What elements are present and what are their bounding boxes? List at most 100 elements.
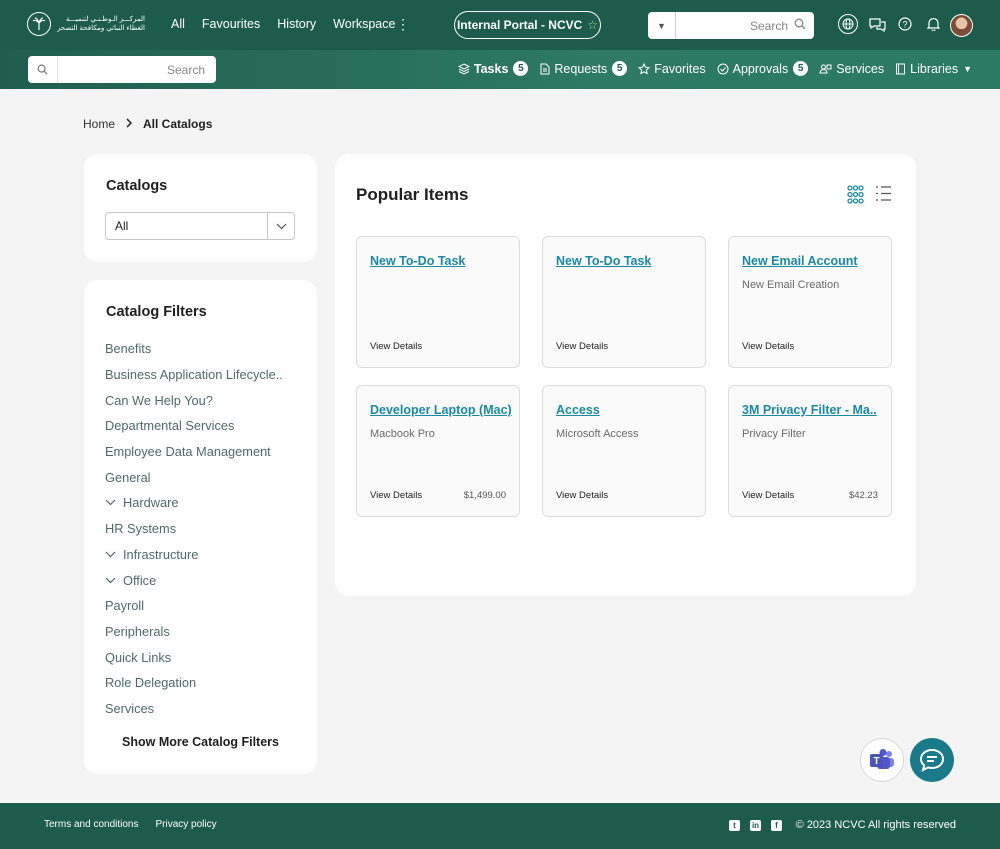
tasks-label: Tasks xyxy=(473,61,509,76)
catalog-item-card[interactable]: Access Microsoft Access View Details xyxy=(542,385,706,517)
nav-all[interactable]: All xyxy=(171,17,185,31)
filter-item-label: Peripherals xyxy=(105,623,170,639)
filter-item[interactable]: Office xyxy=(105,567,283,593)
user-avatar[interactable] xyxy=(950,14,973,37)
footer: Terms and conditions Privacy policy t in… xyxy=(0,803,1000,849)
list-view-icon[interactable] xyxy=(875,185,893,203)
card-subtitle: New Email Creation xyxy=(742,279,840,291)
view-details-link[interactable]: View Details xyxy=(556,490,608,501)
search-icon[interactable] xyxy=(28,56,58,83)
card-title[interactable]: Access xyxy=(556,403,698,417)
star-icon xyxy=(638,62,651,74)
logo-text-line2: الغطاء النباتي ومكافحة التصحر xyxy=(57,25,145,32)
teams-button[interactable]: T xyxy=(860,738,904,782)
view-details-link[interactable]: View Details xyxy=(370,490,422,501)
nav-favourites[interactable]: Favourites xyxy=(202,17,260,31)
card-title[interactable]: New To-Do Task xyxy=(556,254,698,268)
approvals-count-badge: 5 xyxy=(793,61,809,76)
filter-item[interactable]: Infrastructure xyxy=(105,542,283,568)
star-icon[interactable]: ☆ xyxy=(587,18,598,32)
catalogs-title: Catalogs xyxy=(106,178,168,194)
nav-services[interactable]: Services xyxy=(819,62,884,76)
copyright-text: © 2023 NCVC All rights reserved xyxy=(795,819,956,831)
catalog-item-card[interactable]: Developer Laptop (Mac) Macbook Pro View De… xyxy=(356,385,520,517)
filter-item-label: HR Systems xyxy=(105,521,177,537)
filter-item[interactable]: Quick Links xyxy=(105,644,283,670)
card-price: $1,499.00 xyxy=(463,490,506,501)
nav-workspace[interactable]: Workspace xyxy=(333,17,395,31)
catalog-select[interactable]: All xyxy=(105,212,295,240)
filter-item[interactable]: Peripherals xyxy=(105,619,283,645)
globe-icon[interactable] xyxy=(838,14,858,34)
filter-item[interactable]: HR Systems xyxy=(105,516,283,542)
facebook-icon[interactable]: f xyxy=(771,820,782,831)
catalog-item-card[interactable]: New To-Do Task View Details xyxy=(542,236,706,368)
filter-list: Benefits Business Application Lifecycle..… xyxy=(105,336,283,721)
nav-approvals[interactable]: Approvals 5 xyxy=(717,61,809,76)
catalog-item-card[interactable]: 3M Privacy Filter - Ma.. Privacy Filter Vi… xyxy=(728,385,892,517)
breadcrumb-home[interactable]: Home xyxy=(83,117,115,131)
filter-item[interactable]: Can We Help You? xyxy=(105,387,283,413)
linkedin-icon[interactable]: in xyxy=(750,820,761,831)
nav-tasks[interactable]: Tasks 5 xyxy=(457,61,529,76)
catalog-item-card[interactable]: New Email Account New Email Creation View … xyxy=(728,236,892,368)
bell-icon[interactable] xyxy=(924,15,942,33)
filter-item[interactable]: Departmental Services xyxy=(105,413,283,439)
filter-item-label: Infrastructure xyxy=(123,546,199,562)
twitter-icon[interactable]: t xyxy=(729,820,740,831)
filter-item-label: Benefits xyxy=(105,341,152,357)
chevron-down-icon[interactable] xyxy=(105,551,123,558)
chat-icon[interactable] xyxy=(868,15,886,33)
tasks-count-badge: 5 xyxy=(513,61,529,76)
ncvc-logo[interactable]: المركـــز الـوطـنـي لتنميـــة الغطاء الن… xyxy=(27,12,145,36)
filter-item[interactable]: Benefits xyxy=(105,336,283,362)
filter-item[interactable]: Services xyxy=(105,696,283,722)
nav-requests[interactable]: Requests 5 xyxy=(539,61,628,76)
card-price: $42.23 xyxy=(848,490,878,501)
search-icon[interactable] xyxy=(794,17,814,35)
card-title[interactable]: 3M Privacy Filter - Ma.. xyxy=(742,403,884,417)
requests-label: Requests xyxy=(554,61,608,76)
chevron-down-icon[interactable] xyxy=(105,577,123,584)
catalogs-panel: Catalogs All xyxy=(84,154,317,262)
show-more-filters-button[interactable]: Show More Catalog Filters xyxy=(84,735,317,749)
people-icon xyxy=(819,64,832,73)
view-details-link[interactable]: View Details xyxy=(742,341,794,352)
filter-item[interactable]: Business Application Lifecycle.. xyxy=(105,362,283,388)
global-search-input[interactable]: Search xyxy=(676,19,794,33)
filter-item-label: Role Delegation xyxy=(105,675,197,691)
filter-item[interactable]: Employee Data Management xyxy=(105,439,283,465)
card-title[interactable]: Developer Laptop (Mac) xyxy=(370,403,512,417)
card-title[interactable]: New To-Do Task xyxy=(370,254,512,268)
privacy-link[interactable]: Privacy policy xyxy=(156,819,217,830)
catalog-item-card[interactable]: New To-Do Task View Details xyxy=(356,236,520,368)
filter-item[interactable]: General xyxy=(105,464,283,490)
chat-bubble-icon xyxy=(919,748,945,772)
help-icon[interactable]: ? xyxy=(896,15,914,33)
chevron-down-icon[interactable] xyxy=(267,213,294,239)
top-header: المركـــز الـوطـنـي لتنميـــة الغطاء الن… xyxy=(0,0,1000,50)
nav-favorites[interactable]: Favorites xyxy=(638,62,706,76)
filter-item[interactable]: Payroll xyxy=(105,593,283,619)
nav-libraries[interactable]: Libraries ▼ xyxy=(895,62,972,76)
view-details-link[interactable]: View Details xyxy=(370,341,422,352)
popular-items-title: Popular Items xyxy=(356,185,469,204)
chevron-down-icon[interactable] xyxy=(105,499,123,506)
portal-selector-button[interactable]: Internal Portal - NCVC ☆ xyxy=(454,11,601,39)
card-title[interactable]: New Email Account xyxy=(742,254,884,268)
libraries-label: Libraries xyxy=(910,61,959,76)
view-details-link[interactable]: View Details xyxy=(742,490,794,501)
catalog-search-input[interactable]: Search xyxy=(58,63,216,77)
search-scope-dropdown[interactable]: ▼ xyxy=(648,12,676,39)
chatbot-button[interactable] xyxy=(910,738,954,782)
filter-item[interactable]: Role Delegation xyxy=(105,670,283,696)
breadcrumb-current: All Catalogs xyxy=(143,117,213,131)
svg-text:T: T xyxy=(873,756,879,767)
filter-item-label: Hardware xyxy=(123,495,179,511)
grid-view-icon[interactable] xyxy=(847,185,865,204)
more-menu-icon[interactable]: ⋮ xyxy=(396,17,410,31)
filter-item[interactable]: Hardware xyxy=(105,490,283,516)
nav-history[interactable]: History xyxy=(277,17,316,31)
terms-link[interactable]: Terms and conditions xyxy=(44,819,139,830)
view-details-link[interactable]: View Details xyxy=(556,341,608,352)
